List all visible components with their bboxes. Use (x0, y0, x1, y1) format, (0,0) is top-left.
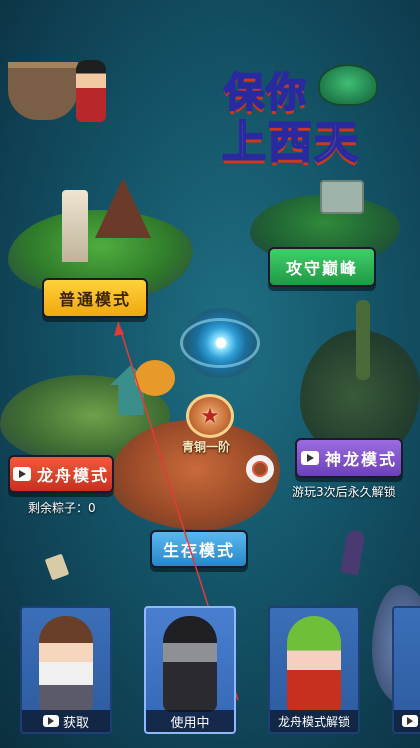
normal-mode-button[interactable]: 普通模式 (42, 278, 148, 318)
attack-defense-button[interactable]: 攻守巅峰 (268, 247, 376, 287)
video-icon (402, 715, 418, 727)
dragon-boat-label: 龙舟模式 (36, 466, 109, 485)
zongzi-remaining-caption: 剩余粽子：0 (28, 501, 96, 515)
skin-card-label (394, 710, 420, 732)
skin-label-text: 使用中 (170, 715, 210, 731)
skin-label-text: 获取 (62, 715, 89, 731)
normal-mode-label: 普通模式 (58, 290, 131, 309)
skin-label-text: 龙舟模式解锁 (277, 714, 350, 729)
volcano (95, 178, 151, 238)
title-line-2: 上西天 (221, 116, 360, 169)
bronze-star-badge-icon: ★ (200, 403, 220, 429)
dragon-boat-mode-button[interactable]: 龙舟模式 (8, 455, 114, 493)
survival-mode-label: 生存模式 (162, 541, 235, 560)
floating-crate (44, 553, 70, 581)
stone-tower (62, 190, 88, 262)
attack-defense-label: 攻守巅峰 (285, 259, 358, 278)
rank-label: 青铜一阶 (182, 440, 231, 454)
video-icon (300, 451, 319, 465)
dragon-mode-label: 神龙模式 (324, 450, 397, 469)
ancient-shrine (320, 180, 364, 214)
skin-card-label: 获取 (22, 710, 110, 732)
pirate-ship-wreck (8, 62, 78, 120)
skin-card-label: 使用中 (146, 710, 234, 732)
whirlpool-ring (180, 318, 260, 368)
autumn-tree (135, 360, 175, 396)
skin-card-dark[interactable]: 使用中 (144, 606, 236, 734)
skin-card-zongzi[interactable]: 龙舟模式解锁 (268, 606, 360, 734)
sea-tentacle (340, 528, 366, 576)
pirate-character (76, 60, 106, 122)
skin-card-partial[interactable] (392, 606, 420, 734)
skin-card-label: 龙舟模式解锁 (270, 710, 358, 732)
twisted-tree (356, 300, 370, 380)
rank-badge[interactable]: ★ (186, 394, 234, 438)
video-icon (12, 467, 31, 481)
zongzi-character (287, 616, 341, 712)
dragon-unlock-caption: 游玩3次后永久解锁 (292, 485, 396, 499)
dragon-head-logo (318, 64, 378, 106)
skin-card-girl[interactable]: 获取 (20, 606, 112, 734)
dragon-mode-button[interactable]: 神龙模式 (295, 438, 403, 478)
life-ring-icon (246, 455, 274, 483)
dark-character (163, 616, 217, 712)
girl-character (39, 616, 93, 712)
video-icon (42, 715, 59, 727)
survival-mode-button[interactable]: 生存模式 (150, 530, 248, 568)
